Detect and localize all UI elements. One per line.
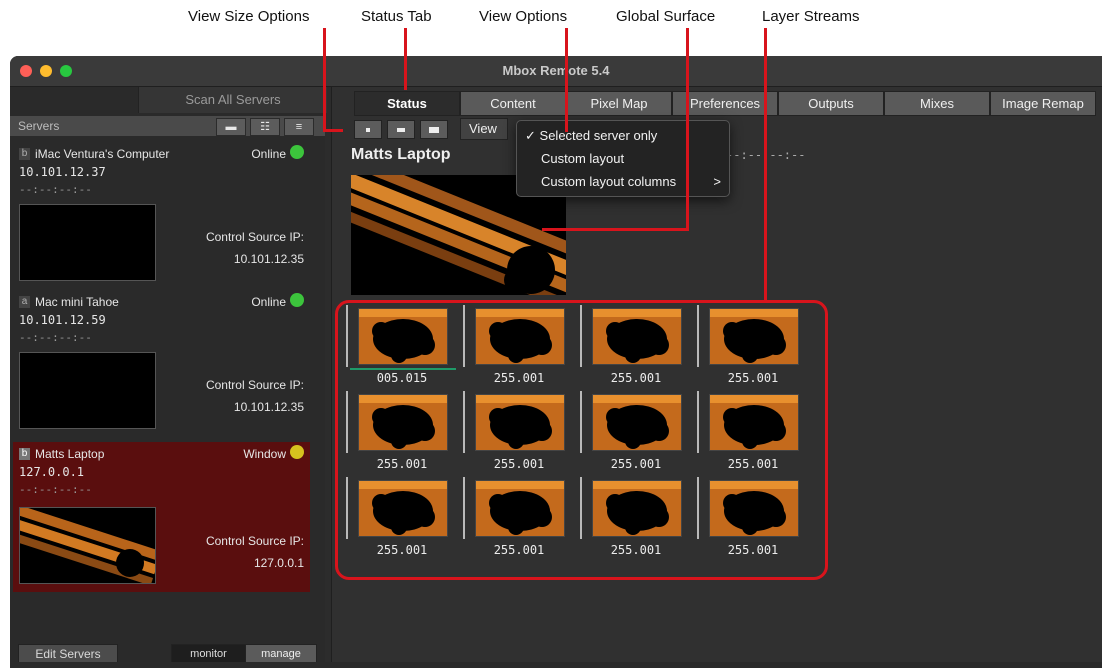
control-source-label: Control Source IP: bbox=[205, 230, 304, 244]
callout-global-surface: Global Surface bbox=[616, 8, 716, 25]
server-group-letter: b bbox=[19, 148, 30, 160]
server-view-grid-button[interactable]: ☷ bbox=[250, 118, 280, 136]
server-view-list-button[interactable]: ≡ bbox=[284, 118, 314, 136]
server-preview-thumbnail bbox=[19, 352, 156, 429]
callout-line-global-surface bbox=[686, 28, 689, 231]
checkmark-icon: ✓ bbox=[525, 128, 536, 143]
server-view-single-button[interactable]: ▬ bbox=[216, 118, 246, 136]
layer-streams-highlight bbox=[335, 300, 828, 580]
callout-line-status-tab bbox=[404, 28, 407, 90]
title-bar: Mbox Remote 5.4 bbox=[10, 56, 1102, 87]
server-group-letter: a bbox=[19, 296, 30, 308]
server-title: Matts Laptop bbox=[351, 146, 451, 163]
server-timecode: --:--:--:-- bbox=[19, 183, 92, 196]
status-led-icon bbox=[290, 145, 304, 159]
callout-line-view-options bbox=[565, 28, 568, 132]
callout-status-tab: Status Tab bbox=[361, 8, 432, 25]
view-options-button[interactable]: View bbox=[460, 118, 508, 140]
callout-line-view-size bbox=[323, 28, 326, 132]
control-source-ip: 10.101.12.35 bbox=[233, 400, 304, 414]
window-title: Mbox Remote 5.4 bbox=[502, 63, 610, 78]
servers-header-label: Servers bbox=[18, 119, 60, 133]
servers-header: Servers ▬ ☷ ≡ bbox=[10, 116, 325, 136]
server-name: iMac Ventura's Computer bbox=[35, 147, 170, 161]
tab-content[interactable]: Content bbox=[460, 91, 566, 116]
callout-view-options: View Options bbox=[479, 8, 568, 25]
server-name: Matts Laptop bbox=[35, 447, 105, 461]
server-status: Online bbox=[251, 147, 286, 161]
server-item-matts-laptop[interactable]: b Matts Laptop Window 127.0.0.1 --:--:--… bbox=[13, 442, 310, 592]
servers-sidebar: Scan All Servers Servers ▬ ☷ ≡ b iMac Ve… bbox=[10, 87, 327, 664]
callout-line-global-surface-h bbox=[542, 228, 689, 231]
scan-all-servers-button[interactable]: Scan All Servers bbox=[138, 87, 327, 113]
status-led-icon bbox=[290, 293, 304, 307]
callout-line-view-size-h bbox=[323, 129, 343, 132]
view-options-menu: ✓ Selected server only Custom layout Cus… bbox=[516, 120, 730, 197]
server-ip: 10.101.12.59 bbox=[19, 313, 106, 327]
chevron-right-icon: > bbox=[713, 174, 721, 189]
server-name: Mac mini Tahoe bbox=[35, 295, 119, 309]
tab-outputs[interactable]: Outputs bbox=[778, 91, 884, 116]
tab-status[interactable]: Status bbox=[354, 91, 460, 116]
control-source-label: Control Source IP: bbox=[205, 378, 304, 392]
server-status: Online bbox=[251, 295, 286, 309]
tab-mixes[interactable]: Mixes bbox=[884, 91, 990, 116]
status-bar bbox=[10, 662, 1102, 668]
server-ip: 127.0.0.1 bbox=[19, 465, 85, 479]
edit-servers-button[interactable]: Edit Servers bbox=[18, 644, 118, 664]
manage-mode-button[interactable]: manage bbox=[245, 644, 317, 664]
view-size-medium-button[interactable] bbox=[387, 120, 415, 139]
server-timecode: --:--:--:-- bbox=[19, 483, 92, 496]
callout-view-size-options: View Size Options bbox=[188, 8, 310, 25]
server-timecode: --:--:--:-- bbox=[19, 331, 92, 344]
server-preview-thumbnail bbox=[19, 204, 156, 281]
control-source-label: Control Source IP: bbox=[205, 534, 304, 548]
control-source-ip: 10.101.12.35 bbox=[233, 252, 304, 266]
server-item-imac-ventura[interactable]: b iMac Ventura's Computer Online 10.101.… bbox=[13, 142, 310, 289]
callout-line-layer-streams bbox=[764, 28, 767, 301]
surface-preview-image bbox=[20, 508, 155, 583]
menu-item-selected-server-only[interactable]: ✓ Selected server only bbox=[525, 128, 657, 144]
sidebar-footer: Edit Servers monitor manage bbox=[13, 641, 323, 664]
menu-item-custom-layout-columns[interactable]: Custom layout columns > bbox=[541, 174, 721, 189]
control-source-ip: 127.0.0.1 bbox=[253, 556, 304, 570]
view-size-large-button[interactable] bbox=[420, 120, 448, 139]
server-ip: 10.101.12.37 bbox=[19, 165, 106, 179]
server-preview-thumbnail bbox=[19, 507, 156, 584]
tab-image-remap[interactable]: Image Remap bbox=[990, 91, 1096, 116]
callout-layer-streams: Layer Streams bbox=[762, 8, 860, 25]
tab-pixel-map[interactable]: Pixel Map bbox=[566, 91, 672, 116]
status-led-icon bbox=[290, 445, 304, 459]
view-size-small-button[interactable] bbox=[354, 120, 382, 139]
server-status: Window bbox=[243, 447, 286, 461]
server-item-mac-mini-tahoe[interactable]: a Mac mini Tahoe Online 10.101.12.59 --:… bbox=[13, 290, 310, 437]
monitor-mode-button[interactable]: monitor bbox=[171, 644, 246, 664]
server-group-letter: b bbox=[19, 448, 30, 460]
menu-item-custom-layout[interactable]: Custom layout bbox=[541, 151, 624, 166]
